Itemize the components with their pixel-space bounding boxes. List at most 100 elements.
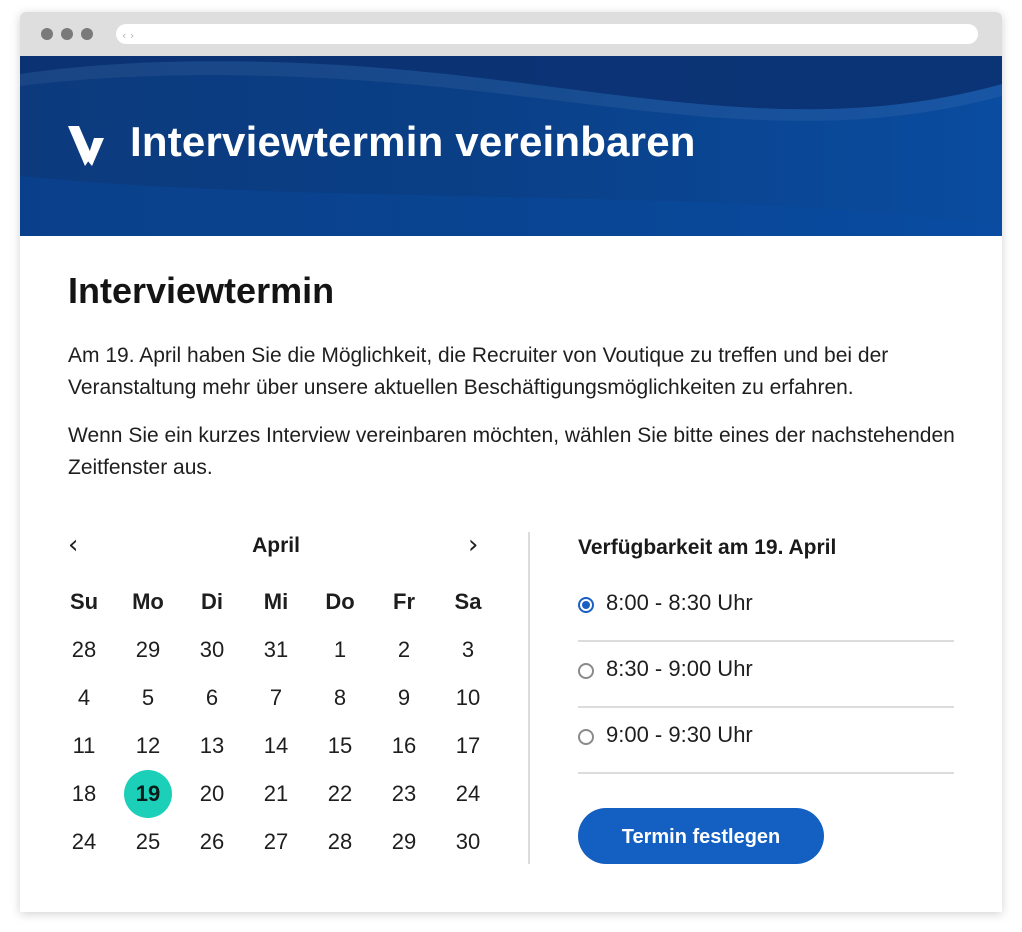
- calendar-day[interactable]: 21: [244, 770, 308, 818]
- page-title: Interviewtermin vereinbaren: [130, 118, 696, 165]
- calendar-day-number: 13: [199, 733, 225, 758]
- instruction-paragraph: Wenn Sie ein kurzes Interview vereinbare…: [68, 424, 955, 479]
- calendar-day[interactable]: 22: [308, 770, 372, 818]
- calendar-day-number: 24: [71, 829, 97, 854]
- calendar-day[interactable]: 8: [308, 674, 372, 722]
- calendar-day[interactable]: 13: [180, 722, 244, 770]
- chevron-right-icon[interactable]: ›: [468, 532, 478, 558]
- calendar-day[interactable]: 17: [436, 722, 500, 770]
- calendar-day[interactable]: 28: [308, 818, 372, 866]
- intro-paragraph: Am 19. April haben Sie die Möglichkeit, …: [68, 344, 889, 399]
- weekday-label: Fr: [393, 589, 415, 614]
- calendar-day[interactable]: 24: [52, 818, 116, 866]
- calendar-day-number: 4: [77, 685, 91, 710]
- vertical-divider: [528, 532, 530, 864]
- calendar-day-number: 9: [397, 685, 411, 710]
- calendar-day[interactable]: 24: [436, 770, 500, 818]
- calendar-day-number: 28: [327, 829, 353, 854]
- radio-button[interactable]: [578, 597, 594, 613]
- calendar-day[interactable]: 3: [436, 626, 500, 674]
- window-maximize-dot[interactable]: [81, 28, 93, 40]
- calendar-day[interactable]: 15: [308, 722, 372, 770]
- calendar-day[interactable]: 26: [180, 818, 244, 866]
- calendar-day[interactable]: 7: [244, 674, 308, 722]
- voutique-logo-icon: [68, 126, 104, 166]
- calendar-day[interactable]: 12: [116, 722, 180, 770]
- availability-title: Verfügbarkeit am 19. April: [578, 536, 837, 559]
- calendar-day[interactable]: 14: [244, 722, 308, 770]
- calendar-day[interactable]: 29: [372, 818, 436, 866]
- calendar-day[interactable]: 18: [52, 770, 116, 818]
- calendar-day[interactable]: 23: [372, 770, 436, 818]
- section-title: Interviewtermin: [68, 270, 335, 311]
- calendar-day-number: 18: [71, 781, 97, 806]
- calendar-day-number: 10: [455, 685, 481, 710]
- weekday-label: Sa: [454, 589, 482, 614]
- calendar-day[interactable]: 31: [244, 626, 308, 674]
- calendar-day-number: 17: [455, 733, 481, 758]
- time-slot-label: 8:30 - 9:00 Uhr: [606, 656, 753, 681]
- calendar-month-label: April: [252, 534, 300, 557]
- calendar-day-number: 20: [199, 781, 225, 806]
- calendar-day-number: 30: [199, 637, 225, 662]
- calendar-day-number: 11: [72, 733, 96, 758]
- calendar-day-number: 5: [141, 685, 155, 710]
- browser-window: ‹ › Interviewtermin vereinbaren Intervie…: [20, 12, 1002, 912]
- calendar-day-number: 29: [391, 829, 417, 854]
- radio-button[interactable]: [578, 729, 594, 745]
- calendar-day-number: 27: [263, 829, 289, 854]
- calendar-day[interactable]: 25: [116, 818, 180, 866]
- calendar-day[interactable]: 9: [372, 674, 436, 722]
- calendar-day[interactable]: 28: [52, 626, 116, 674]
- calendar-day-number: 8: [333, 685, 347, 710]
- calendar-day-number: 21: [263, 781, 289, 806]
- calendar-day[interactable]: 29: [116, 626, 180, 674]
- time-slot-option[interactable]: 9:00 - 9:30 Uhr: [578, 706, 954, 774]
- calendar-day-number: 28: [71, 637, 97, 662]
- calendar-day[interactable]: 27: [244, 818, 308, 866]
- calendar-day-number: 22: [327, 781, 353, 806]
- nav-arrows-icon[interactable]: ‹ ›: [122, 26, 134, 46]
- calendar-day-selected[interactable]: 19: [116, 770, 180, 818]
- calendar-day-number: 19: [135, 781, 161, 806]
- window-close-dot[interactable]: [41, 28, 53, 40]
- calendar-day[interactable]: 5: [116, 674, 180, 722]
- calendar-day-number: 7: [269, 685, 283, 710]
- calendar-day[interactable]: 10: [436, 674, 500, 722]
- address-bar[interactable]: ‹ ›: [116, 24, 978, 44]
- calendar-day[interactable]: 2: [372, 626, 436, 674]
- calendar-day-number: 12: [135, 733, 161, 758]
- calendar-day-number: 29: [135, 637, 161, 662]
- calendar-day[interactable]: 30: [436, 818, 500, 866]
- calendar-day-number: 16: [391, 733, 417, 758]
- calendar-day[interactable]: 4: [52, 674, 116, 722]
- time-slot-option[interactable]: 8:00 - 8:30 Uhr: [578, 574, 954, 642]
- calendar-day-number: 3: [461, 637, 475, 662]
- weekday-label: Di: [201, 589, 223, 614]
- calendar-day-number: 14: [263, 733, 289, 758]
- calendar-day-number: 30: [455, 829, 481, 854]
- window-minimize-dot[interactable]: [61, 28, 73, 40]
- time-slot-label: 9:00 - 9:30 Uhr: [606, 722, 753, 747]
- weekday-label: Mo: [132, 589, 164, 614]
- set-appointment-button[interactable]: Termin festlegen: [578, 808, 824, 864]
- calendar-day-number: 26: [199, 829, 225, 854]
- calendar-day[interactable]: 16: [372, 722, 436, 770]
- calendar-day-number: 31: [263, 637, 289, 662]
- calendar-day[interactable]: 6: [180, 674, 244, 722]
- weekday-label: Do: [325, 589, 355, 614]
- calendar-day-number: 23: [391, 781, 417, 806]
- calendar-day[interactable]: 30: [180, 626, 244, 674]
- calendar-day-number: 6: [205, 685, 219, 710]
- calendar-day[interactable]: 20: [180, 770, 244, 818]
- weekday-label: Su: [69, 589, 99, 614]
- calendar-day-number: 1: [333, 637, 347, 662]
- calendar-day-number: 15: [327, 733, 353, 758]
- calendar-day[interactable]: 11: [52, 722, 116, 770]
- time-slot-option[interactable]: 8:30 - 9:00 Uhr: [578, 640, 954, 708]
- calendar-day[interactable]: 1: [308, 626, 372, 674]
- radio-button[interactable]: [578, 663, 594, 679]
- calendar-day-number: 24: [455, 781, 481, 806]
- calendar-day-number: 25: [135, 829, 161, 854]
- calendar-day-number: 2: [397, 637, 411, 662]
